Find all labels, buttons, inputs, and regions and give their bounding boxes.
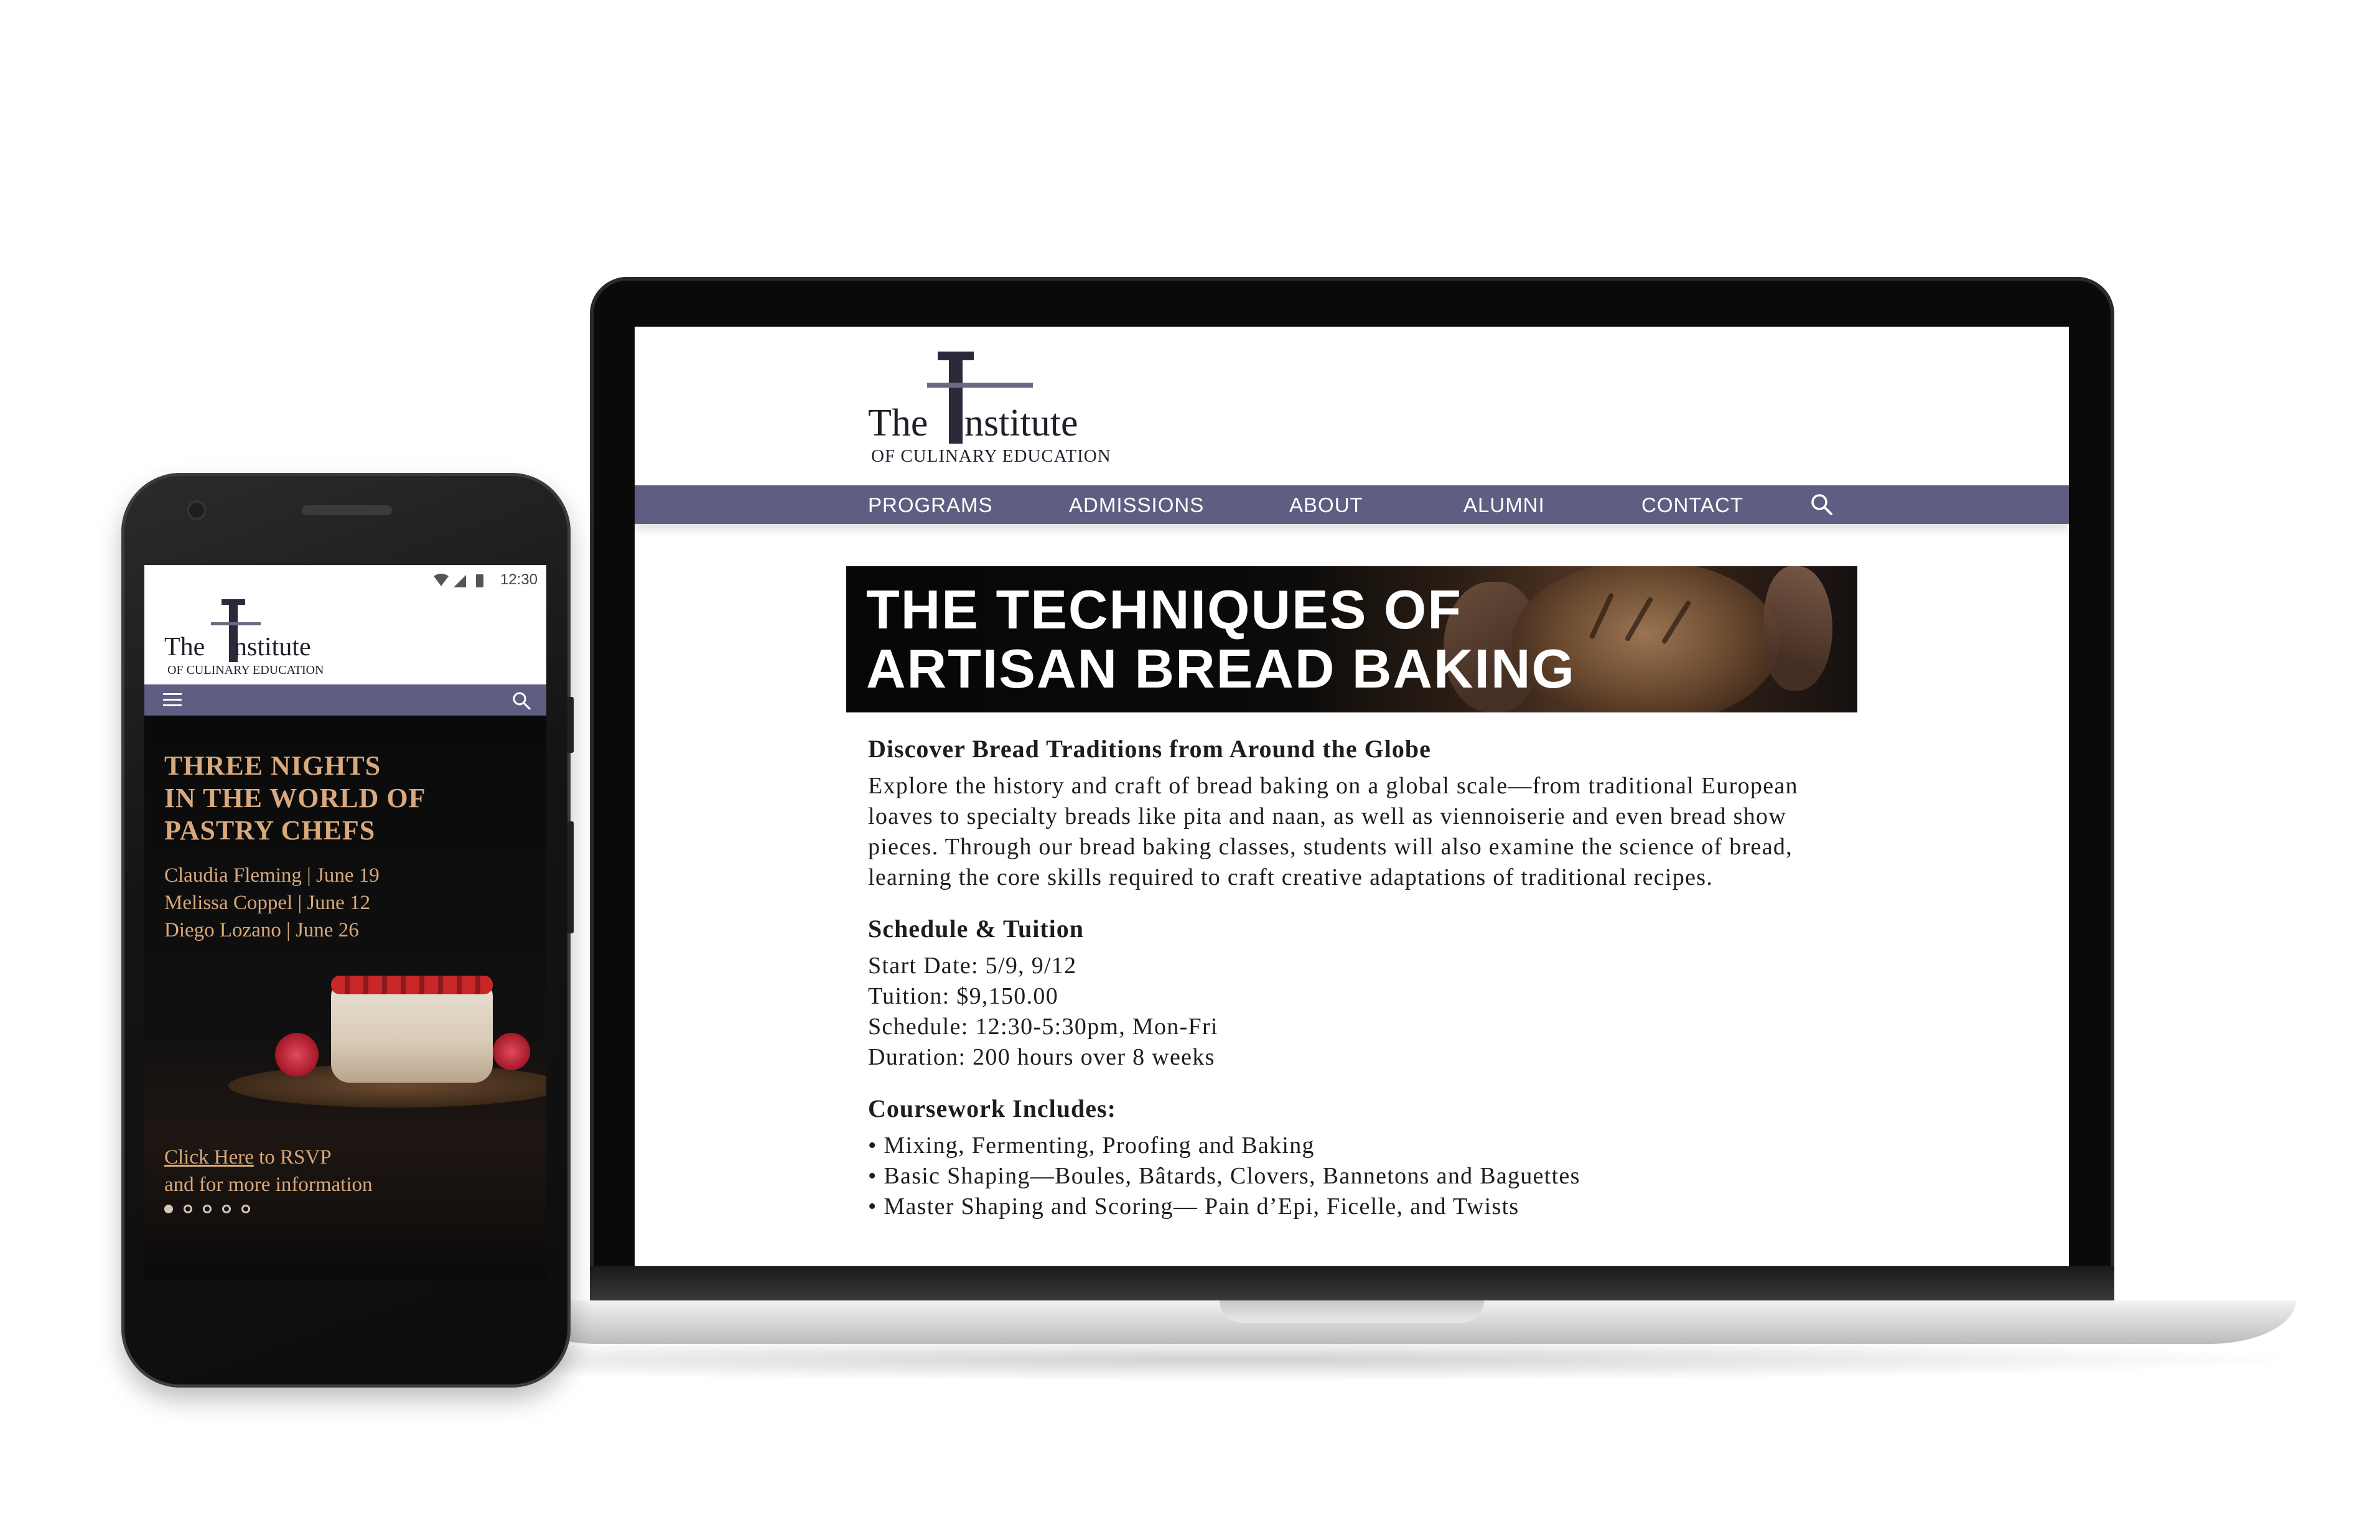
nav-item-about[interactable]: ABOUT: [1289, 493, 1363, 517]
logo-word-institute: nstitute: [964, 402, 1078, 444]
coursework-list: • Mixing, Fermenting, Proofing and Bakin…: [868, 1131, 1864, 1222]
nav-item-admissions[interactable]: ADMISSIONS: [1069, 493, 1204, 517]
phone-volume-button: [567, 821, 574, 933]
signal-battery-icons: [434, 574, 483, 587]
laptop-screen: The nstitute OF CULINARY EDUCATION PROGR…: [635, 327, 2069, 1266]
hero-banner: THE TECHNIQUES OF ARTISAN BREAD BAKING: [846, 566, 1857, 712]
section-heading: Schedule & Tuition: [868, 915, 1085, 943]
chef-entry: Claudia Fleming | June 19: [164, 864, 380, 887]
nav-item-programs[interactable]: PROGRAMS: [868, 493, 993, 517]
banner-title: THE TECHNIQUES OF ARTISAN BREAD BAKING: [866, 580, 1575, 698]
course-content: Discover Bread Traditions from Around th…: [868, 734, 1864, 1222]
list-item: • Master Shaping and Scoring— Pain d’Epi…: [868, 1193, 1519, 1220]
schedule-line: Duration: 200 hours over 8 weeks: [868, 1044, 1215, 1070]
logo-crossbar: [927, 383, 1033, 388]
nav-item-contact[interactable]: CONTACT: [1641, 493, 1743, 517]
carousel-dot-5[interactable]: [241, 1205, 250, 1213]
nav-item-alumni[interactable]: ALUMNI: [1463, 493, 1545, 517]
hand-image: [1764, 566, 1832, 691]
banner-line-1: THE TECHNIQUES OF: [866, 579, 1463, 640]
section-body: Explore the history and craft of bread b…: [868, 773, 1798, 890]
logo-word-institute: nstitute: [234, 633, 311, 661]
rsvp-subtext: and for more information: [164, 1174, 373, 1196]
rsvp-link[interactable]: Click Here: [164, 1146, 254, 1169]
carousel-dot-4[interactable]: [222, 1205, 231, 1213]
schedule-line: Schedule: 12:30-5:30pm, Mon-Fri: [868, 1014, 1218, 1040]
flower-image: [275, 1033, 319, 1076]
mobile-nav: [144, 684, 546, 716]
main-nav: PROGRAMS ADMISSIONS ABOUT ALUMNI CONTACT: [635, 485, 2069, 524]
status-bar: 12:30: [144, 565, 546, 596]
schedule-list: Start Date: 5/9, 9/12 Tuition: $9,150.00…: [868, 951, 1864, 1073]
hamburger-menu-icon[interactable]: [163, 693, 182, 707]
section-heading: Coursework Includes:: [868, 1094, 1116, 1122]
chef-entry: Melissa Coppel | June 12: [164, 892, 371, 914]
hero-title: THREE NIGHTS IN THE WORLD OF PASTRY CHEF…: [164, 750, 426, 847]
hero-title-line: PASTRY CHEFS: [164, 815, 376, 846]
chef-entry: Diego Lozano | June 26: [164, 919, 359, 941]
site-header: The nstitute OF CULINARY EDUCATION: [635, 327, 2069, 485]
schedule-line: Tuition: $9,150.00: [868, 983, 1059, 1009]
phone-screen: 12:30 The nstitute OF CULINARY EDUCATION…: [144, 565, 546, 1281]
logo-word-the: The: [868, 402, 928, 444]
mobile-header: The nstitute OF CULINARY EDUCATION: [144, 596, 546, 684]
logo-subtitle: OF CULINARY EDUCATION: [167, 663, 324, 677]
laptop-hinge: [590, 1266, 2114, 1300]
site-logo[interactable]: The nstitute OF CULINARY EDUCATION: [868, 352, 1129, 476]
banner-line-2: ARTISAN BREAD BAKING: [866, 638, 1575, 699]
laptop-notch: [1220, 1300, 1484, 1323]
rsvp-cta: Click Here to RSVP and for more informat…: [164, 1144, 372, 1198]
chef-list: Claudia Fleming | June 19 Melissa Coppel…: [164, 862, 380, 944]
logo-i-stem: [949, 357, 963, 444]
phone-speaker: [302, 505, 392, 515]
carousel-dot-1[interactable]: [164, 1205, 173, 1213]
list-item: • Mixing, Fermenting, Proofing and Bakin…: [868, 1132, 1315, 1159]
strawberries-image: [331, 976, 493, 994]
logo-word-the: The: [164, 633, 205, 661]
search-icon[interactable]: [511, 691, 531, 711]
list-item: • Basic Shaping—Boules, Bâtards, Clovers…: [868, 1163, 1580, 1189]
schedule-line: Start Date: 5/9, 9/12: [868, 953, 1077, 979]
flower-image: [493, 1033, 530, 1070]
search-icon[interactable]: [1809, 492, 1834, 517]
logo-crossbar: [211, 622, 261, 625]
rsvp-text: to RSVP: [253, 1146, 332, 1169]
hero-title-line: IN THE WORLD OF: [164, 783, 426, 813]
hero-title-line: THREE NIGHTS: [164, 750, 381, 781]
front-camera: [189, 503, 204, 518]
hero-carousel-slide: THREE NIGHTS IN THE WORLD OF PASTRY CHEF…: [144, 716, 546, 1281]
phone-power-button: [567, 697, 574, 753]
logo-subtitle: OF CULINARY EDUCATION: [871, 446, 1111, 466]
carousel-dot-3[interactable]: [203, 1205, 212, 1213]
site-logo[interactable]: The nstitute OF CULINARY EDUCATION: [164, 596, 338, 683]
carousel-dot-2[interactable]: [184, 1205, 192, 1213]
status-time: 12:30: [500, 571, 538, 588]
carousel-dots: [164, 1205, 261, 1216]
cake-image: [331, 983, 493, 1083]
section-heading: Discover Bread Traditions from Around th…: [868, 735, 1431, 763]
phone-sensor: [329, 539, 360, 551]
